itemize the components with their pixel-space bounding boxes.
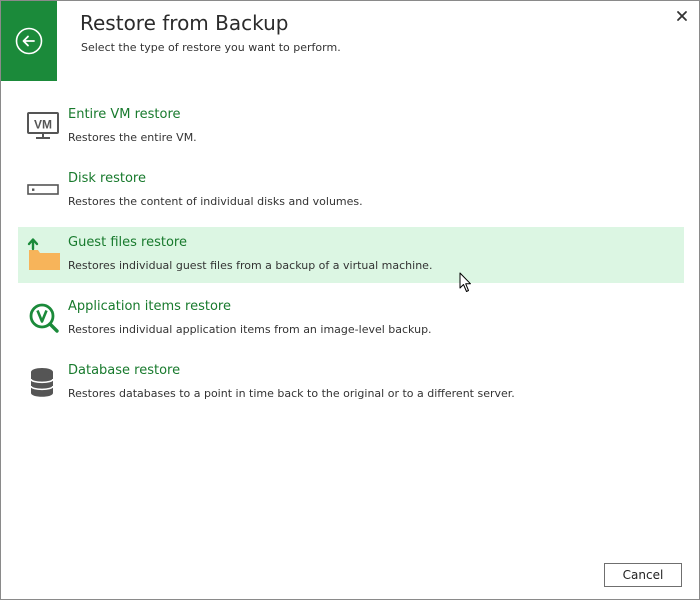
application-search-icon (29, 303, 59, 333)
option-description: Restores the content of individual disks… (68, 195, 363, 208)
back-arrow-icon (15, 27, 43, 55)
option-title: Application items restore (68, 299, 231, 314)
disk-icon (27, 184, 59, 195)
option-title: Entire VM restore (68, 107, 181, 122)
page-title: Restore from Backup (80, 11, 289, 35)
option-title: Guest files restore (68, 235, 187, 250)
option-disk-restore[interactable]: Disk restore Restores the content of ind… (18, 163, 684, 219)
restore-dialog: Restore from Backup Select the type of r… (0, 0, 700, 600)
database-icon (30, 368, 54, 397)
option-entire-vm-restore[interactable]: VM Entire VM restore Restores the entire… (18, 99, 684, 155)
mouse-pointer-icon (459, 272, 471, 292)
cancel-button[interactable]: Cancel (604, 563, 682, 587)
option-description: Restores the entire VM. (68, 131, 197, 144)
svg-text:VM: VM (34, 118, 52, 132)
option-description: Restores databases to a point in time ba… (68, 387, 515, 400)
vm-icon: VM (27, 112, 59, 139)
option-title: Disk restore (68, 171, 146, 186)
option-database-restore[interactable]: Database restore Restores databases to a… (18, 355, 684, 411)
option-description: Restores individual application items fr… (68, 323, 432, 336)
option-title: Database restore (68, 363, 181, 378)
option-description: Restores individual guest files from a b… (68, 259, 433, 272)
option-application-items-restore[interactable]: Application items restore Restores indiv… (18, 291, 684, 347)
option-guest-files-restore[interactable]: Guest files restore Restores individual … (18, 227, 684, 283)
restore-options-list: VM Entire VM restore Restores the entire… (18, 99, 684, 419)
page-subtitle: Select the type of restore you want to p… (81, 41, 341, 54)
back-button[interactable] (1, 1, 57, 81)
folder-upload-icon (27, 238, 60, 270)
close-icon[interactable] (675, 9, 689, 23)
